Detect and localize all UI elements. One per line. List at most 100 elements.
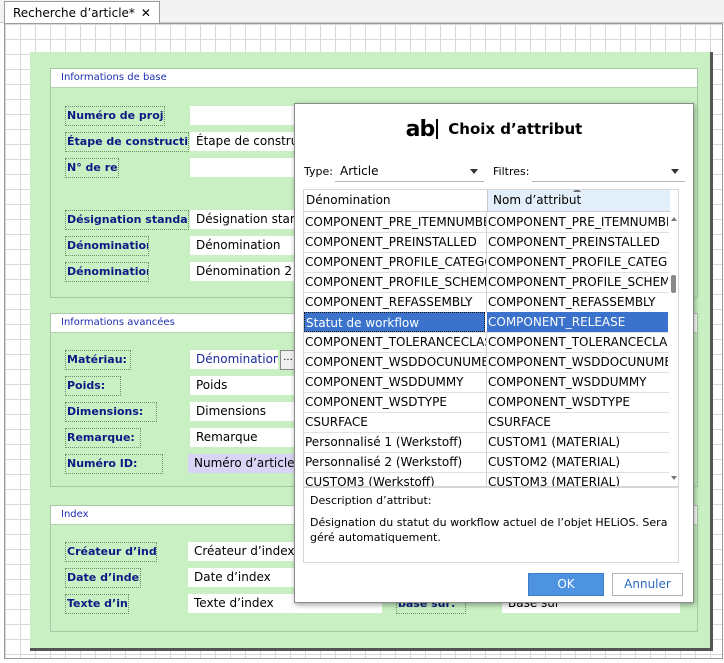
sort-ascending-icon	[573, 190, 581, 192]
label-texte-index: Texte d’index	[65, 594, 129, 614]
column-header-attribute-name-label: Nom d’attribut	[493, 193, 582, 207]
cell-attribute-name: COMPONENT_RELEASE	[487, 312, 668, 332]
dialog-title: Choix d’attribut	[448, 120, 583, 138]
table-row[interactable]: CUSTOM3 (Werkstoff) CUSTOM3 (MATERIAL)	[304, 472, 669, 487]
cell-attribute-name: COMPONENT_PREINSTALLED	[488, 235, 660, 249]
table-row[interactable]: Personnalisé 2 (Werkstoff) CUSTOM2 (MATER…	[304, 452, 669, 473]
description-text: Désignation du statut du workflow actuel…	[310, 516, 668, 544]
table-row[interactable]: COMPONENT_PROFILE_SCHEMA COMPONENT_PROFIL…	[304, 272, 669, 293]
filters-select[interactable]	[532, 161, 685, 182]
cell-attribute-name: COMPONENT_TOLERANCECLASS	[488, 335, 668, 349]
label-createur-index: Créateur d’index	[65, 542, 157, 562]
label-date-index: Date d’index:	[65, 568, 141, 588]
cell-denomination: COMPONENT_TOLERANCECLASS	[304, 332, 487, 352]
type-select[interactable]: Article	[335, 161, 484, 182]
cell-attribute-name: CUSTOM3 (MATERIAL)	[488, 475, 621, 487]
chevron-down-icon	[671, 169, 679, 174]
cancel-button[interactable]: Annuler	[612, 573, 683, 596]
field-no-rep[interactable]	[190, 158, 300, 177]
field-numero-projet[interactable]	[190, 106, 306, 125]
description-title: Description d’attribut:	[310, 494, 432, 507]
field-numero-id[interactable]: Numéro d’article	[188, 454, 300, 473]
cell-denomination: COMPONENT_WSDDOCUNUMBE	[304, 352, 487, 372]
table-row[interactable]: COMPONENT_PRE_ITEMNUMBER_ COMPONENT_PRE_I…	[304, 212, 669, 233]
text-field-icon: ab	[406, 117, 439, 142]
table-row[interactable]: COMPONENT_WSDDOCUNUMBE COMPONENT_WSDDOCUN…	[304, 352, 669, 373]
label-poids: Poids:	[65, 376, 121, 396]
table-row[interactable]: COMPONENT_WSDDUMMY COMPONENT_WSDDUMMY	[304, 372, 669, 393]
cell-denomination: COMPONENT_WSDTYPE	[304, 392, 487, 412]
type-select-value: Article	[340, 164, 379, 178]
dialog-header: ab Choix d’attribut	[295, 104, 693, 154]
tab-title: Recherche d’article*	[13, 5, 135, 20]
scroll-down-icon[interactable]	[671, 476, 677, 480]
ok-button[interactable]: OK	[528, 573, 604, 596]
label-denomination-2: Dénomination 2	[65, 262, 149, 282]
attribute-description-panel: Description d’attribut: Désignation du s…	[303, 487, 679, 563]
table-row[interactable]: COMPONENT_PREINSTALLED COMPONENT_PREINSTA…	[304, 232, 669, 253]
label-dimensions: Dimensions:	[65, 402, 157, 422]
label-etape: Étape de construction:	[65, 132, 189, 152]
label-numero-id: Numéro ID:	[65, 454, 163, 474]
cell-denomination: COMPONENT_WSDDUMMY	[304, 372, 487, 392]
chevron-down-icon	[470, 169, 478, 174]
cell-denomination: COMPONENT_REFASSEMBLY	[304, 292, 487, 312]
tab-recherche-article[interactable]: Recherche d’article* ✕	[4, 1, 160, 23]
table-header: Dénomination Nom d’attribut	[304, 190, 678, 212]
cell-denomination: Statut de workflow	[304, 312, 485, 332]
cell-denomination: COMPONENT_PRE_ITEMNUMBER_	[304, 212, 487, 232]
label-remarque: Remarque:	[65, 428, 141, 448]
cell-denomination: Personnalisé 1 (Werkstoff)	[304, 432, 487, 452]
scroll-up-icon[interactable]	[671, 217, 677, 221]
group-title-base: Informations de base	[51, 69, 697, 88]
cell-attribute-name: CUSTOM1 (MATERIAL)	[488, 435, 621, 449]
field-designation[interactable]: Désignation standard	[190, 210, 300, 229]
table-row[interactable]: COMPONENT_REFASSEMBLY COMPONENT_REFASSEMB…	[304, 292, 669, 313]
label-numero-projet: Numéro de projet	[65, 106, 165, 126]
field-etape[interactable]: Étape de construction	[190, 132, 300, 151]
field-denomination-2[interactable]: Dénomination 2	[190, 262, 300, 281]
field-remarque[interactable]: Remarque	[190, 428, 300, 447]
cell-denomination: COMPONENT_PREINSTALLED	[304, 232, 487, 252]
column-header-attribute-name[interactable]: Nom d’attribut	[487, 190, 670, 211]
attribute-table: Dénomination Nom d’attribut COMPONENT_PR…	[303, 189, 679, 487]
field-denomination-1[interactable]: Dénomination	[190, 236, 300, 255]
field-materiau[interactable]: Dénomination	[190, 350, 278, 369]
label-materiau: Matériau:	[65, 350, 131, 370]
table-row[interactable]: CSURFACE CSURFACE	[304, 412, 669, 433]
scrollbar-thumb[interactable]	[671, 275, 676, 293]
tab-bar: Recherche d’article* ✕	[0, 0, 724, 23]
label-denomination-1: Dénomination 1	[65, 236, 149, 256]
cell-denomination: COMPONENT_PROFILE_CATEGOR	[304, 252, 487, 272]
cell-attribute-name: COMPONENT_PROFILE_SCHEMA	[488, 275, 668, 289]
close-icon[interactable]: ✕	[141, 6, 151, 20]
cell-attribute-name: COMPONENT_WSDTYPE	[488, 395, 630, 409]
table-row[interactable]: COMPONENT_TOLERANCECLASS COMPONENT_TOLERA…	[304, 332, 669, 353]
cell-denomination: Personnalisé 2 (Werkstoff)	[304, 452, 487, 472]
cell-attribute-name: CUSTOM2 (MATERIAL)	[488, 455, 621, 469]
attribute-choice-dialog: ab Choix d’attribut Type: Article Filtre…	[294, 103, 694, 603]
cell-attribute-name: COMPONENT_REFASSEMBLY	[488, 295, 656, 309]
cell-attribute-name: COMPONENT_PRE_ITEMNUMBER_	[488, 215, 668, 229]
column-header-denomination[interactable]: Dénomination	[306, 193, 391, 207]
cell-attribute-name: COMPONENT_WSDDOCUNUMBE	[488, 355, 668, 369]
field-createur-index[interactable]: Créateur d’index	[188, 542, 300, 561]
cell-attribute-name: CSURFACE	[488, 415, 551, 429]
cell-denomination: CUSTOM3 (Werkstoff)	[304, 472, 487, 486]
vertical-scrollbar[interactable]	[670, 211, 678, 486]
table-row[interactable]: COMPONENT_PROFILE_CATEGOR COMPONENT_PROFI…	[304, 252, 669, 273]
field-date-index[interactable]: Date d’index	[188, 568, 300, 587]
table-row[interactable]: COMPONENT_WSDTYPE COMPONENT_WSDTYPE	[304, 392, 669, 413]
cell-attribute-name: COMPONENT_PROFILE_CATEGOR	[488, 255, 668, 269]
cell-denomination: COMPONENT_PROFILE_SCHEMA	[304, 272, 487, 292]
icon-text: ab	[405, 116, 436, 142]
field-dimensions[interactable]: Dimensions	[190, 402, 300, 421]
cell-attribute-name: COMPONENT_WSDDUMMY	[488, 375, 647, 389]
table-row[interactable]: Personnalisé 1 (Werkstoff) CUSTOM1 (MATER…	[304, 432, 669, 453]
label-no-rep: N° de rep	[65, 158, 119, 178]
table-row[interactable]: Statut de workflow COMPONENT_RELEASE	[304, 312, 669, 333]
field-poids[interactable]: Poids	[190, 376, 300, 395]
label-designation: Désignation standard:	[65, 210, 189, 230]
type-label: Type:	[304, 165, 333, 178]
filters-label: Filtres:	[493, 165, 530, 178]
